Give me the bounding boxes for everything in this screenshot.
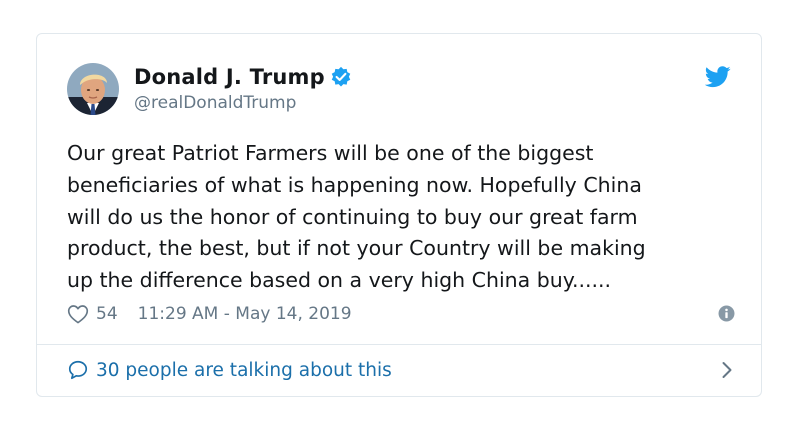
tweet-meta: 54 11:29 AM - May 14, 2019 xyxy=(67,302,735,326)
verified-badge-icon xyxy=(330,66,352,88)
twitter-bird-icon[interactable] xyxy=(704,66,731,88)
timestamp[interactable]: 11:29 AM - May 14, 2019 xyxy=(138,304,352,324)
avatar[interactable] xyxy=(67,63,119,115)
author-handle[interactable]: @realDonaldTrump xyxy=(134,93,296,113)
speech-bubble-icon xyxy=(67,359,89,381)
heart-icon[interactable] xyxy=(67,304,89,324)
divider xyxy=(37,344,761,345)
info-icon[interactable] xyxy=(718,305,735,322)
tweet-card[interactable]: Donald J. Trump @realDonaldTrump Our gre… xyxy=(36,33,762,397)
conversation-label[interactable]: 30 people are talking about this xyxy=(96,360,392,381)
chevron-right-icon[interactable] xyxy=(721,361,733,379)
author-name[interactable]: Donald J. Trump xyxy=(134,65,325,89)
like-count[interactable]: 54 xyxy=(96,304,118,324)
tweet-text: Our great Patriot Farmers will be one of… xyxy=(67,141,646,293)
conversation-link[interactable]: 30 people are talking about this xyxy=(67,357,735,383)
author-row[interactable]: Donald J. Trump xyxy=(134,65,352,89)
